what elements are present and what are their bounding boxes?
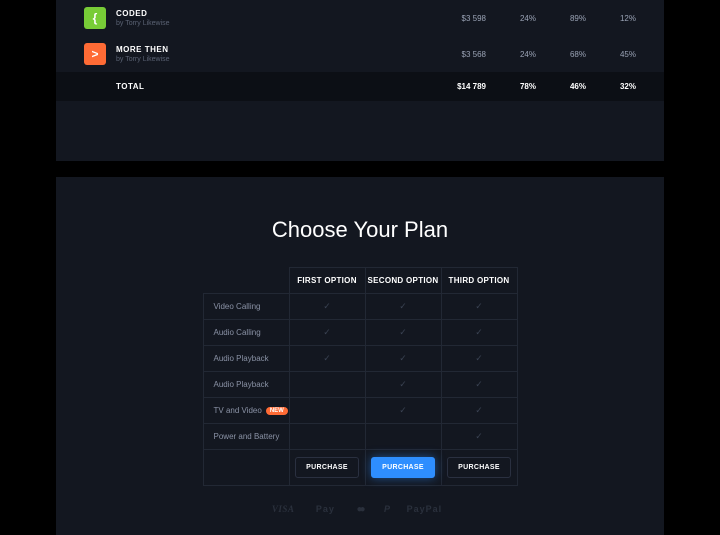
feature-cell <box>365 424 441 450</box>
total-amount: $14 789 <box>428 82 486 91</box>
feature-row: TV and VideoNEW ✓ ✓ <box>203 398 517 424</box>
new-badge: NEW <box>266 407 288 415</box>
feature-name: TV and VideoNEW <box>203 398 289 424</box>
plan-title: Choose Your Plan <box>56 217 664 243</box>
feature-cell: ✓ <box>365 320 441 346</box>
feature-cell: ✓ <box>441 398 517 424</box>
check-icon: ✓ <box>475 379 483 389</box>
track-icon: > <box>84 43 106 65</box>
payment-logos: VISA Pay ●● P PayPal <box>56 504 664 515</box>
feature-name: Power and Battery <box>203 424 289 450</box>
total-row: TOTAL $14 789 78% 46% 32% <box>56 72 664 101</box>
total-c1: 78% <box>486 82 536 91</box>
feature-cell <box>289 424 365 450</box>
track-c1: 24% <box>486 50 536 59</box>
check-icon: ✓ <box>323 353 331 363</box>
feature-name: Audio Playback <box>203 372 289 398</box>
check-icon: ✓ <box>399 379 407 389</box>
feature-name: Video Calling <box>203 294 289 320</box>
total-label: TOTAL <box>116 82 428 91</box>
feature-cell: ✓ <box>289 320 365 346</box>
feature-cell: ✓ <box>441 294 517 320</box>
feature-cell: ✓ <box>289 346 365 372</box>
track-c2: 68% <box>536 50 586 59</box>
track-row[interactable]: > MORE THEN by Torry Likewise $3 568 24%… <box>56 36 664 72</box>
check-icon: ✓ <box>475 327 483 337</box>
feature-name: Audio Playback <box>203 346 289 372</box>
feature-name: Audio Calling <box>203 320 289 346</box>
check-icon: ✓ <box>399 327 407 337</box>
feature-cell: ✓ <box>441 372 517 398</box>
check-icon: ✓ <box>475 301 483 311</box>
feature-row: Power and Battery ✓ <box>203 424 517 450</box>
track-c3: 12% <box>586 14 636 23</box>
purchase-cell: PURCHASE <box>289 450 365 486</box>
purchase-spacer <box>203 450 289 486</box>
track-row[interactable]: { CODED by Torry Likewise $3 598 24% 89%… <box>56 0 664 36</box>
feature-row: Video Calling ✓ ✓ ✓ <box>203 294 517 320</box>
track-c3: 45% <box>586 50 636 59</box>
visa-logo-icon: VISA <box>272 504 295 514</box>
track-amount: $3 598 <box>428 14 486 23</box>
feature-cell: ✓ <box>441 424 517 450</box>
track-c1: 24% <box>486 14 536 23</box>
total-c2: 46% <box>536 82 586 91</box>
feature-row: Audio Playback ✓ ✓ <box>203 372 517 398</box>
purchase-row: PURCHASE PURCHASE PURCHASE <box>203 450 517 486</box>
tracks-panel: { CODED by Torry Likewise $3 598 24% 89%… <box>56 0 664 161</box>
feature-row: Audio Calling ✓ ✓ ✓ <box>203 320 517 346</box>
track-title: MORE THEN <box>116 45 428 54</box>
track-title: CODED <box>116 9 428 18</box>
check-icon: ✓ <box>399 301 407 311</box>
check-icon: ✓ <box>475 405 483 415</box>
track-artist: by Torry Likewise <box>116 20 428 27</box>
check-icon: ✓ <box>399 405 407 415</box>
pricing-panel: Choose Your Plan FIRST OPTIONSECOND OPTI… <box>56 177 664 535</box>
track-artist: by Torry Likewise <box>116 56 428 63</box>
apple-pay-logo-icon: Pay <box>310 504 341 514</box>
mastercard-logo-icon: ●● <box>356 504 362 515</box>
purchase-button[interactable]: PURCHASE <box>447 457 511 478</box>
purchase-cell: PURCHASE <box>441 450 517 486</box>
feature-row: Audio Playback ✓ ✓ ✓ <box>203 346 517 372</box>
feature-cell <box>289 372 365 398</box>
feature-cell: ✓ <box>365 294 441 320</box>
track-info: MORE THEN by Torry Likewise <box>116 45 428 63</box>
plan-table: FIRST OPTIONSECOND OPTIONTHIRD OPTION Vi… <box>203 267 518 486</box>
total-c3: 32% <box>586 82 636 91</box>
check-icon: ✓ <box>475 431 483 441</box>
feature-cell: ✓ <box>365 372 441 398</box>
paypal-logo-icon: P PayPal <box>378 504 448 514</box>
check-icon: ✓ <box>323 301 331 311</box>
track-icon: { <box>84 7 106 29</box>
purchase-button[interactable]: PURCHASE <box>295 457 359 478</box>
feature-cell: ✓ <box>441 320 517 346</box>
plan-column-header: SECOND OPTION <box>365 268 441 294</box>
track-info: CODED by Torry Likewise <box>116 9 428 27</box>
feature-cell: ✓ <box>289 294 365 320</box>
feature-cell: ✓ <box>365 346 441 372</box>
feature-cell <box>289 398 365 424</box>
feature-cell: ✓ <box>441 346 517 372</box>
feature-cell: ✓ <box>365 398 441 424</box>
check-icon: ✓ <box>475 353 483 363</box>
check-icon: ✓ <box>399 353 407 363</box>
track-amount: $3 568 <box>428 50 486 59</box>
plan-column-header: FIRST OPTION <box>289 268 365 294</box>
check-icon: ✓ <box>323 327 331 337</box>
purchase-button[interactable]: PURCHASE <box>371 457 435 478</box>
track-c2: 89% <box>536 14 586 23</box>
plan-column-header: THIRD OPTION <box>441 268 517 294</box>
purchase-cell: PURCHASE <box>365 450 441 486</box>
feature-header <box>203 268 289 294</box>
